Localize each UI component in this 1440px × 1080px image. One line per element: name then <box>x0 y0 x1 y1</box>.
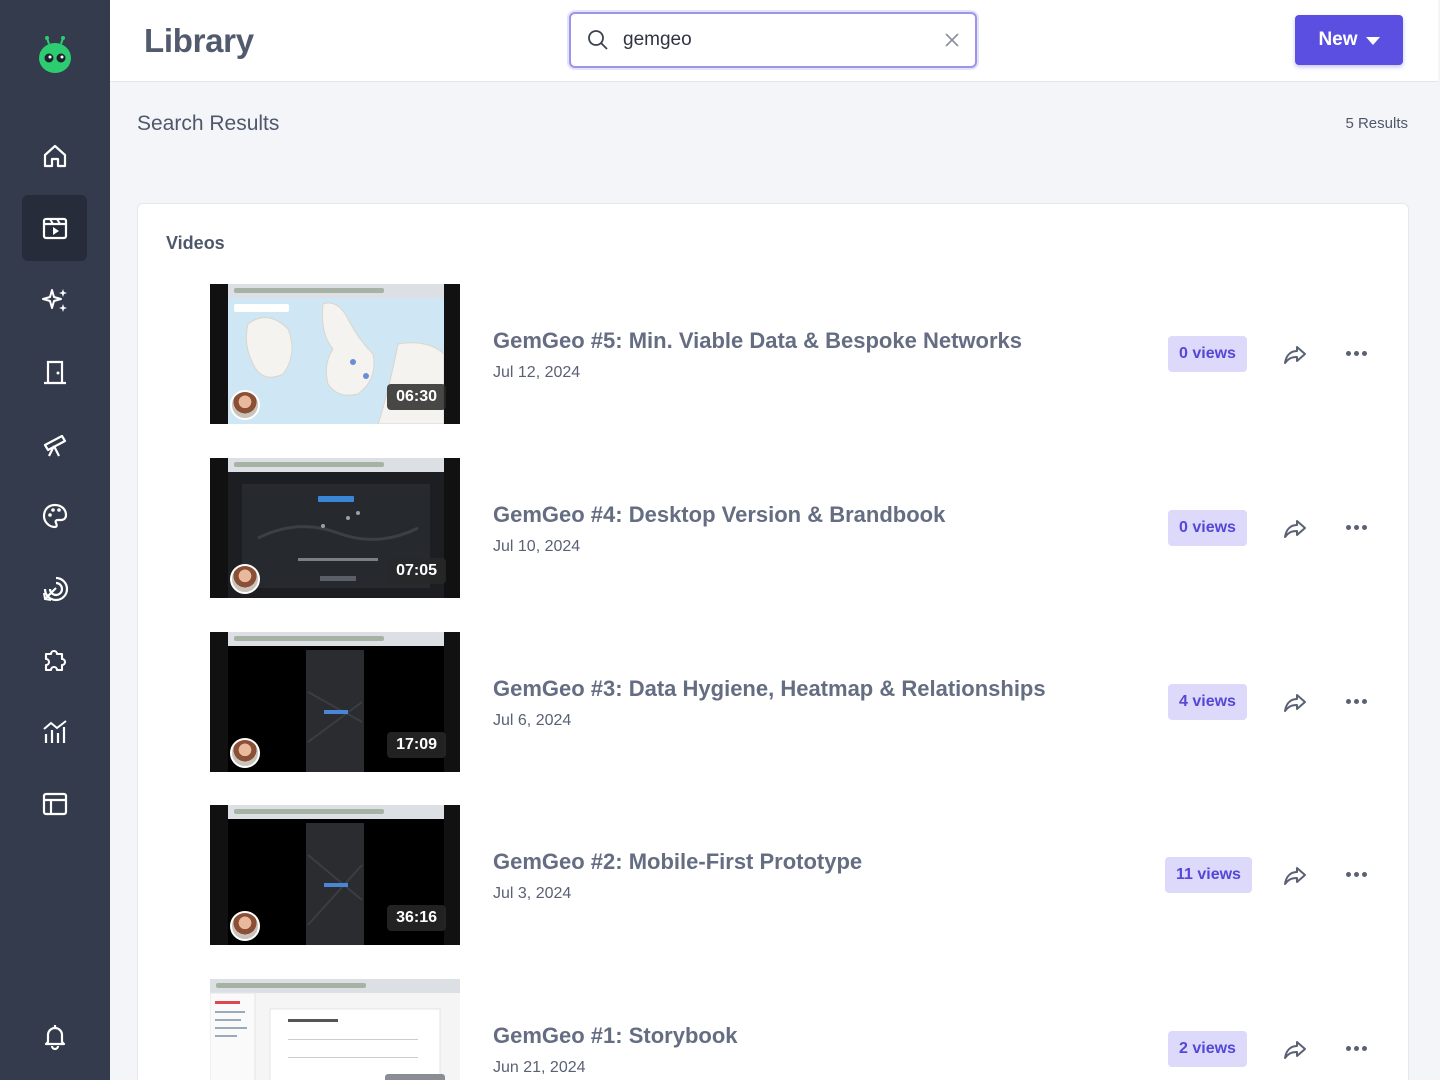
search-icon <box>588 30 608 50</box>
video-title[interactable]: GemGeo #4: Desktop Version & Brandbook <box>493 502 945 528</box>
video-thumbnail[interactable]: 17:09 <box>210 632 460 772</box>
views-badge[interactable]: 0 views <box>1168 336 1247 372</box>
nav-discover[interactable] <box>22 411 87 477</box>
video-title[interactable]: GemGeo #3: Data Hygiene, Heatmap & Relat… <box>493 676 1046 702</box>
share-icon[interactable] <box>1281 1036 1309 1062</box>
video-date: Jul 3, 2024 <box>493 885 572 902</box>
caret-down-icon <box>1365 37 1380 45</box>
puzzle-icon <box>44 650 66 672</box>
video-thumbnail[interactable]: 07:05 <box>210 458 460 598</box>
video-duration: 36:16 <box>387 905 446 931</box>
video-duration: 07:05 <box>387 558 446 584</box>
nav-ai[interactable] <box>22 267 87 333</box>
views-badge[interactable]: 4 views <box>1168 684 1247 720</box>
share-icon[interactable] <box>1281 341 1309 367</box>
avatar <box>230 738 260 768</box>
views-badge[interactable]: 11 views <box>1165 857 1252 893</box>
nav-branding[interactable] <box>22 483 87 549</box>
share-icon[interactable] <box>1281 862 1309 888</box>
video-date: Jun 21, 2024 <box>493 1059 586 1076</box>
avatar <box>230 390 260 420</box>
avatar <box>230 911 260 941</box>
video-duration: 17:09 <box>387 732 446 758</box>
telescope-icon <box>43 434 66 457</box>
video-row[interactable]: 17:09 GemGeo #3: Data Hygiene, Heatmap &… <box>138 632 1410 774</box>
more-options-icon[interactable] <box>1344 695 1368 707</box>
video-row[interactable]: 07:05 GemGeo #4: Desktop Version & Brand… <box>138 458 1410 600</box>
video-title[interactable]: GemGeo #5: Min. Viable Data & Bespoke Ne… <box>493 328 1022 354</box>
door-icon <box>43 360 66 385</box>
video-title[interactable]: GemGeo #2: Mobile-First Prototype <box>493 849 862 875</box>
video-row[interactable]: 36:16 GemGeo #2: Mobile-First Prototype … <box>138 805 1410 947</box>
video-date: Jul 10, 2024 <box>493 538 581 555</box>
nav-rooms[interactable] <box>22 339 87 405</box>
top-header: Library New <box>110 0 1438 82</box>
nav-home[interactable] <box>22 123 87 189</box>
sidebar <box>0 0 110 1080</box>
video-thumbnail[interactable]: 36:16 <box>210 805 460 945</box>
videos-section-title: Videos <box>166 233 225 253</box>
video-date: Jul 12, 2024 <box>493 364 581 381</box>
app-logo-icon[interactable] <box>34 34 76 76</box>
layout-icon <box>42 792 67 816</box>
results-count: 5 Results <box>1345 115 1408 132</box>
search-input[interactable] <box>623 24 923 56</box>
nav-templates[interactable] <box>22 771 87 837</box>
nav-library[interactable] <box>22 195 87 261</box>
views-badge[interactable]: 0 views <box>1168 510 1247 546</box>
video-row[interactable]: GemGeo #1: Storybook Jun 21, 2024 2 view… <box>138 979 1410 1080</box>
video-date: Jul 6, 2024 <box>493 712 572 729</box>
nav-integrations[interactable] <box>22 627 87 693</box>
nav-notifications[interactable] <box>22 1003 87 1069</box>
video-thumbnail[interactable]: 06:30 <box>210 284 460 424</box>
search-results-heading: Search Results <box>137 112 280 135</box>
nav-goals[interactable] <box>22 555 87 621</box>
more-options-icon[interactable] <box>1344 868 1368 880</box>
palette-icon <box>42 503 67 529</box>
video-thumbnail[interactable] <box>210 979 460 1080</box>
share-icon[interactable] <box>1281 689 1309 715</box>
bell-icon <box>44 1025 65 1051</box>
videos-card: Videos 06:30 GemGeo #5: Min. Viable Data… <box>137 203 1409 1080</box>
target-arrow-icon <box>42 576 68 602</box>
video-duration: 06:30 <box>387 384 446 410</box>
new-button-label: New <box>1318 29 1358 50</box>
video-row[interactable]: 06:30 GemGeo #5: Min. Viable Data & Besp… <box>138 284 1410 426</box>
new-button[interactable]: New <box>1295 15 1403 65</box>
home-icon <box>43 144 66 168</box>
clear-search-icon[interactable] <box>943 31 961 49</box>
video-library-icon <box>42 217 67 240</box>
sparkles-icon <box>41 289 67 312</box>
page-title: Library <box>144 22 254 59</box>
nav-analytics[interactable] <box>22 699 87 765</box>
share-icon[interactable] <box>1281 515 1309 541</box>
views-badge[interactable]: 2 views <box>1168 1031 1247 1067</box>
chart-icon <box>42 720 67 743</box>
avatar <box>230 564 260 594</box>
more-options-icon[interactable] <box>1344 521 1368 533</box>
more-options-icon[interactable] <box>1344 1042 1368 1054</box>
search-box[interactable] <box>569 12 977 68</box>
thumbnail-screen <box>210 979 460 1080</box>
video-title[interactable]: GemGeo #1: Storybook <box>493 1023 738 1049</box>
storybook-preview <box>210 992 445 1080</box>
more-options-icon[interactable] <box>1344 347 1368 359</box>
